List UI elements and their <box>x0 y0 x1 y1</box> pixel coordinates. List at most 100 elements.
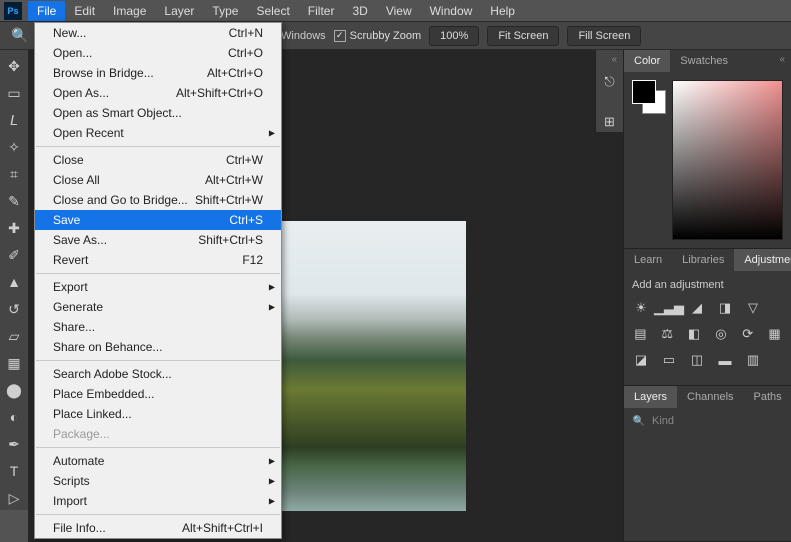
menu-item-label: Open as Smart Object... <box>53 106 182 120</box>
gradient-map-icon[interactable]: ▬ <box>716 351 734 369</box>
menu-type[interactable]: Type <box>203 1 247 21</box>
tab-swatches[interactable]: Swatches <box>670 50 738 72</box>
menu-item-shortcut: Ctrl+N <box>229 26 263 40</box>
brush-tool[interactable]: ✐ <box>2 243 26 267</box>
file-menu-item[interactable]: Open as Smart Object... <box>35 103 281 123</box>
channel-mixer-icon[interactable]: ⟳ <box>739 325 756 343</box>
curves-icon[interactable]: ◢ <box>688 299 706 317</box>
history-brush-tool[interactable]: ↺ <box>2 297 26 321</box>
eraser-tool[interactable]: ▱ <box>2 324 26 348</box>
expand-dock-icon[interactable]: « <box>611 54 617 65</box>
menu-edit[interactable]: Edit <box>65 1 104 21</box>
collapse-panels-icon[interactable]: « <box>779 54 785 65</box>
type-tool[interactable]: T <box>2 459 26 483</box>
file-menu-item[interactable]: Open Recent <box>35 123 281 143</box>
file-menu-item[interactable]: Generate <box>35 297 281 317</box>
eyedropper-tool[interactable]: ✎ <box>2 189 26 213</box>
file-menu-item[interactable]: Open As...Alt+Shift+Ctrl+O <box>35 83 281 103</box>
menu-item-label: Close and Go to Bridge... <box>53 193 188 207</box>
file-menu-item[interactable]: Scripts <box>35 471 281 491</box>
magic-wand-tool[interactable]: ✧ <box>2 135 26 159</box>
move-tool[interactable]: ✥ <box>2 54 26 78</box>
history-panel-icon[interactable]: ⎋ <box>600 72 620 92</box>
tab-paths[interactable]: Paths <box>744 386 791 408</box>
menu-3d[interactable]: 3D <box>343 1 376 21</box>
pen-tool[interactable]: ✒ <box>2 432 26 456</box>
tab-libraries[interactable]: Libraries <box>672 249 734 271</box>
photo-filter-icon[interactable]: ◎ <box>712 325 729 343</box>
zoom-level-button[interactable]: 100% <box>429 26 479 46</box>
file-menu-item[interactable]: Share on Behance... <box>35 337 281 357</box>
marquee-tool[interactable]: ▭ <box>2 81 26 105</box>
menu-select[interactable]: Select <box>247 1 298 21</box>
file-menu-item[interactable]: SaveCtrl+S <box>35 210 281 230</box>
menu-item-label: Share on Behance... <box>53 340 162 354</box>
tab-layers[interactable]: Layers <box>624 386 677 408</box>
file-menu-item[interactable]: Automate <box>35 451 281 471</box>
menu-view[interactable]: View <box>377 1 421 21</box>
black-white-icon[interactable]: ◧ <box>686 325 703 343</box>
threshold-icon[interactable]: ◫ <box>688 351 706 369</box>
tab-channels[interactable]: Channels <box>677 386 743 408</box>
menu-item-shortcut: Ctrl+O <box>228 46 263 60</box>
healing-brush-tool[interactable]: ✚ <box>2 216 26 240</box>
tab-color[interactable]: Color <box>624 50 670 72</box>
menu-file[interactable]: File <box>28 1 65 21</box>
menu-item-label: Share... <box>53 320 95 334</box>
file-menu-item[interactable]: Place Embedded... <box>35 384 281 404</box>
file-menu-item[interactable]: Export <box>35 277 281 297</box>
fit-screen-button[interactable]: Fit Screen <box>487 26 559 46</box>
file-menu-item[interactable]: Import <box>35 491 281 511</box>
blur-tool[interactable]: ⬤ <box>2 378 26 402</box>
color-picker-ramp[interactable] <box>672 80 783 240</box>
gradient-tool[interactable]: ▦ <box>2 351 26 375</box>
menu-window[interactable]: Window <box>421 1 482 21</box>
file-menu-item[interactable]: Close and Go to Bridge...Shift+Ctrl+W <box>35 190 281 210</box>
menu-item-label: Scripts <box>53 474 90 488</box>
file-menu-item[interactable]: Open... Ctrl+O <box>35 43 281 63</box>
clone-stamp-tool[interactable]: ▲ <box>2 270 26 294</box>
menu-item-label: Open... <box>53 46 92 60</box>
vibrance-icon[interactable]: ▽ <box>744 299 762 317</box>
menu-filter[interactable]: Filter <box>299 1 344 21</box>
scrubby-zoom-checkbox[interactable]: ✓ Scrubby Zoom <box>334 30 422 42</box>
properties-panel-icon[interactable]: ⊞ <box>600 112 620 132</box>
file-menu-item[interactable]: Search Adobe Stock... <box>35 364 281 384</box>
invert-icon[interactable]: ◪ <box>632 351 650 369</box>
menu-item-label: Import <box>53 494 87 508</box>
file-menu-item[interactable]: File Info...Alt+Shift+Ctrl+I <box>35 518 281 538</box>
file-menu-item[interactable]: Browse in Bridge...Alt+Ctrl+O <box>35 63 281 83</box>
color-lookup-icon[interactable]: ▦ <box>766 325 783 343</box>
lasso-tool[interactable]: 𝘓 <box>2 108 26 132</box>
file-menu-item[interactable]: RevertF12 <box>35 250 281 270</box>
hue-saturation-icon[interactable]: ▤ <box>632 325 649 343</box>
menu-item-label: Place Embedded... <box>53 387 154 401</box>
levels-icon[interactable]: ▁▃▅ <box>660 299 678 317</box>
fill-screen-button[interactable]: Fill Screen <box>567 26 641 46</box>
exposure-icon[interactable]: ◨ <box>716 299 734 317</box>
file-menu-item[interactable]: Share... <box>35 317 281 337</box>
tools-panel: ✥ ▭ 𝘓 ✧ ⌗ ✎ ✚ ✐ ▲ ↺ ▱ ▦ ⬤ ◐ ✒ T ▷ <box>0 50 28 510</box>
selective-color-icon[interactable]: ▥ <box>744 351 762 369</box>
menu-layer[interactable]: Layer <box>155 1 203 21</box>
layer-filter-row[interactable]: 🔍 Kind <box>632 414 783 428</box>
file-menu-item[interactable]: Save As...Shift+Ctrl+S <box>35 230 281 250</box>
menu-item-label: Export <box>53 280 88 294</box>
file-menu-item[interactable]: Close AllAlt+Ctrl+W <box>35 170 281 190</box>
tab-learn[interactable]: Learn <box>624 249 672 271</box>
menu-separator <box>36 360 280 361</box>
file-menu-item[interactable]: Place Linked... <box>35 404 281 424</box>
posterize-icon[interactable]: ▭ <box>660 351 678 369</box>
color-balance-icon[interactable]: ⚖ <box>659 325 676 343</box>
tab-adjustments[interactable]: Adjustments <box>734 249 791 271</box>
foreground-color-swatch[interactable] <box>632 80 656 104</box>
file-menu-dropdown: New...Ctrl+N Open... Ctrl+O Browse in Bridg… <box>34 22 282 539</box>
menu-help[interactable]: Help <box>481 1 524 21</box>
path-selection-tool[interactable]: ▷ <box>2 486 26 510</box>
menu-image[interactable]: Image <box>104 1 155 21</box>
dodge-tool[interactable]: ◐ <box>2 405 26 429</box>
brightness-contrast-icon[interactable]: ☀ <box>632 299 650 317</box>
crop-tool[interactable]: ⌗ <box>2 162 26 186</box>
file-menu-item[interactable]: CloseCtrl+W <box>35 150 281 170</box>
file-menu-item[interactable]: New...Ctrl+N <box>35 23 281 43</box>
